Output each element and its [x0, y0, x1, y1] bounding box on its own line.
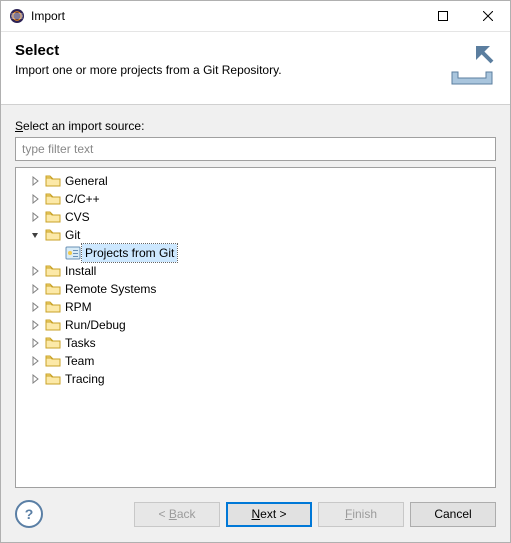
tree-item[interactable]: C/C++	[18, 190, 493, 208]
chevron-right-icon[interactable]	[26, 374, 44, 384]
folder-icon	[44, 299, 62, 315]
chevron-down-icon[interactable]	[26, 230, 44, 240]
tree-item[interactable]: Git	[18, 226, 493, 244]
banner-description: Import one or more projects from a Git R…	[15, 63, 440, 77]
tree-item-label: Git	[62, 226, 83, 244]
tree-item-label: Tracing	[62, 370, 108, 388]
tree-item[interactable]: Tasks	[18, 334, 493, 352]
tree-item-label: Remote Systems	[62, 280, 159, 298]
chevron-right-icon[interactable]	[26, 194, 44, 204]
folder-icon	[44, 209, 62, 225]
folder-icon	[44, 173, 62, 189]
banner-text: Select Import one or more projects from …	[15, 42, 440, 77]
tree-item[interactable]: Run/Debug	[18, 316, 493, 334]
tree-item[interactable]: Remote Systems	[18, 280, 493, 298]
titlebar: Import	[1, 1, 510, 32]
chevron-right-icon[interactable]	[26, 284, 44, 294]
folder-icon	[44, 191, 62, 207]
wizard-icon	[64, 245, 82, 261]
folder-icon	[44, 335, 62, 351]
finish-button[interactable]: Finish	[318, 502, 404, 527]
import-dialog: Import Select Import one or more project…	[0, 0, 511, 543]
tree-item-label: CVS	[62, 208, 93, 226]
tree-item-label: Tasks	[62, 334, 99, 352]
folder-icon	[44, 227, 62, 243]
close-button[interactable]	[465, 1, 510, 31]
tree-item-label: Install	[62, 262, 99, 280]
chevron-right-icon[interactable]	[26, 338, 44, 348]
folder-icon	[44, 263, 62, 279]
tree-item-label: General	[62, 172, 111, 190]
chevron-right-icon[interactable]	[26, 320, 44, 330]
wizard-banner: Select Import one or more projects from …	[1, 32, 510, 105]
window-title: Import	[31, 9, 420, 23]
folder-icon	[44, 317, 62, 333]
cancel-button[interactable]: Cancel	[410, 502, 496, 527]
filter-input[interactable]	[15, 137, 496, 161]
button-bar: ? < Back Next > Finish Cancel	[1, 488, 510, 542]
tree-item[interactable]: General	[18, 172, 493, 190]
folder-icon	[44, 371, 62, 387]
help-button[interactable]: ?	[15, 500, 43, 528]
chevron-right-icon[interactable]	[26, 176, 44, 186]
chevron-right-icon[interactable]	[26, 266, 44, 276]
select-source-label: Select an import source:	[15, 119, 496, 133]
wizard-content: Select an import source: GeneralC/C++CVS…	[1, 105, 510, 488]
tree-item[interactable]: Projects from Git	[18, 244, 493, 262]
tree-item[interactable]: CVS	[18, 208, 493, 226]
tree-item-label: RPM	[62, 298, 95, 316]
tree-item[interactable]: Tracing	[18, 370, 493, 388]
banner-title: Select	[15, 42, 440, 59]
eclipse-icon	[9, 8, 25, 24]
chevron-right-icon[interactable]	[26, 356, 44, 366]
tree-item-label: C/C++	[62, 190, 103, 208]
folder-icon	[44, 281, 62, 297]
chevron-right-icon[interactable]	[26, 212, 44, 222]
tree-item[interactable]: Team	[18, 352, 493, 370]
tree-item-label: Team	[62, 352, 97, 370]
tree-item-label: Projects from Git	[82, 244, 177, 262]
tree-item-label: Run/Debug	[62, 316, 129, 334]
import-icon	[448, 42, 496, 90]
next-button[interactable]: Next >	[226, 502, 312, 527]
import-source-tree[interactable]: GeneralC/C++CVSGitProjects from GitInsta…	[15, 167, 496, 488]
folder-icon	[44, 353, 62, 369]
maximize-button[interactable]	[420, 1, 465, 31]
tree-item[interactable]: RPM	[18, 298, 493, 316]
tree-item[interactable]: Install	[18, 262, 493, 280]
back-button[interactable]: < Back	[134, 502, 220, 527]
chevron-right-icon[interactable]	[26, 302, 44, 312]
